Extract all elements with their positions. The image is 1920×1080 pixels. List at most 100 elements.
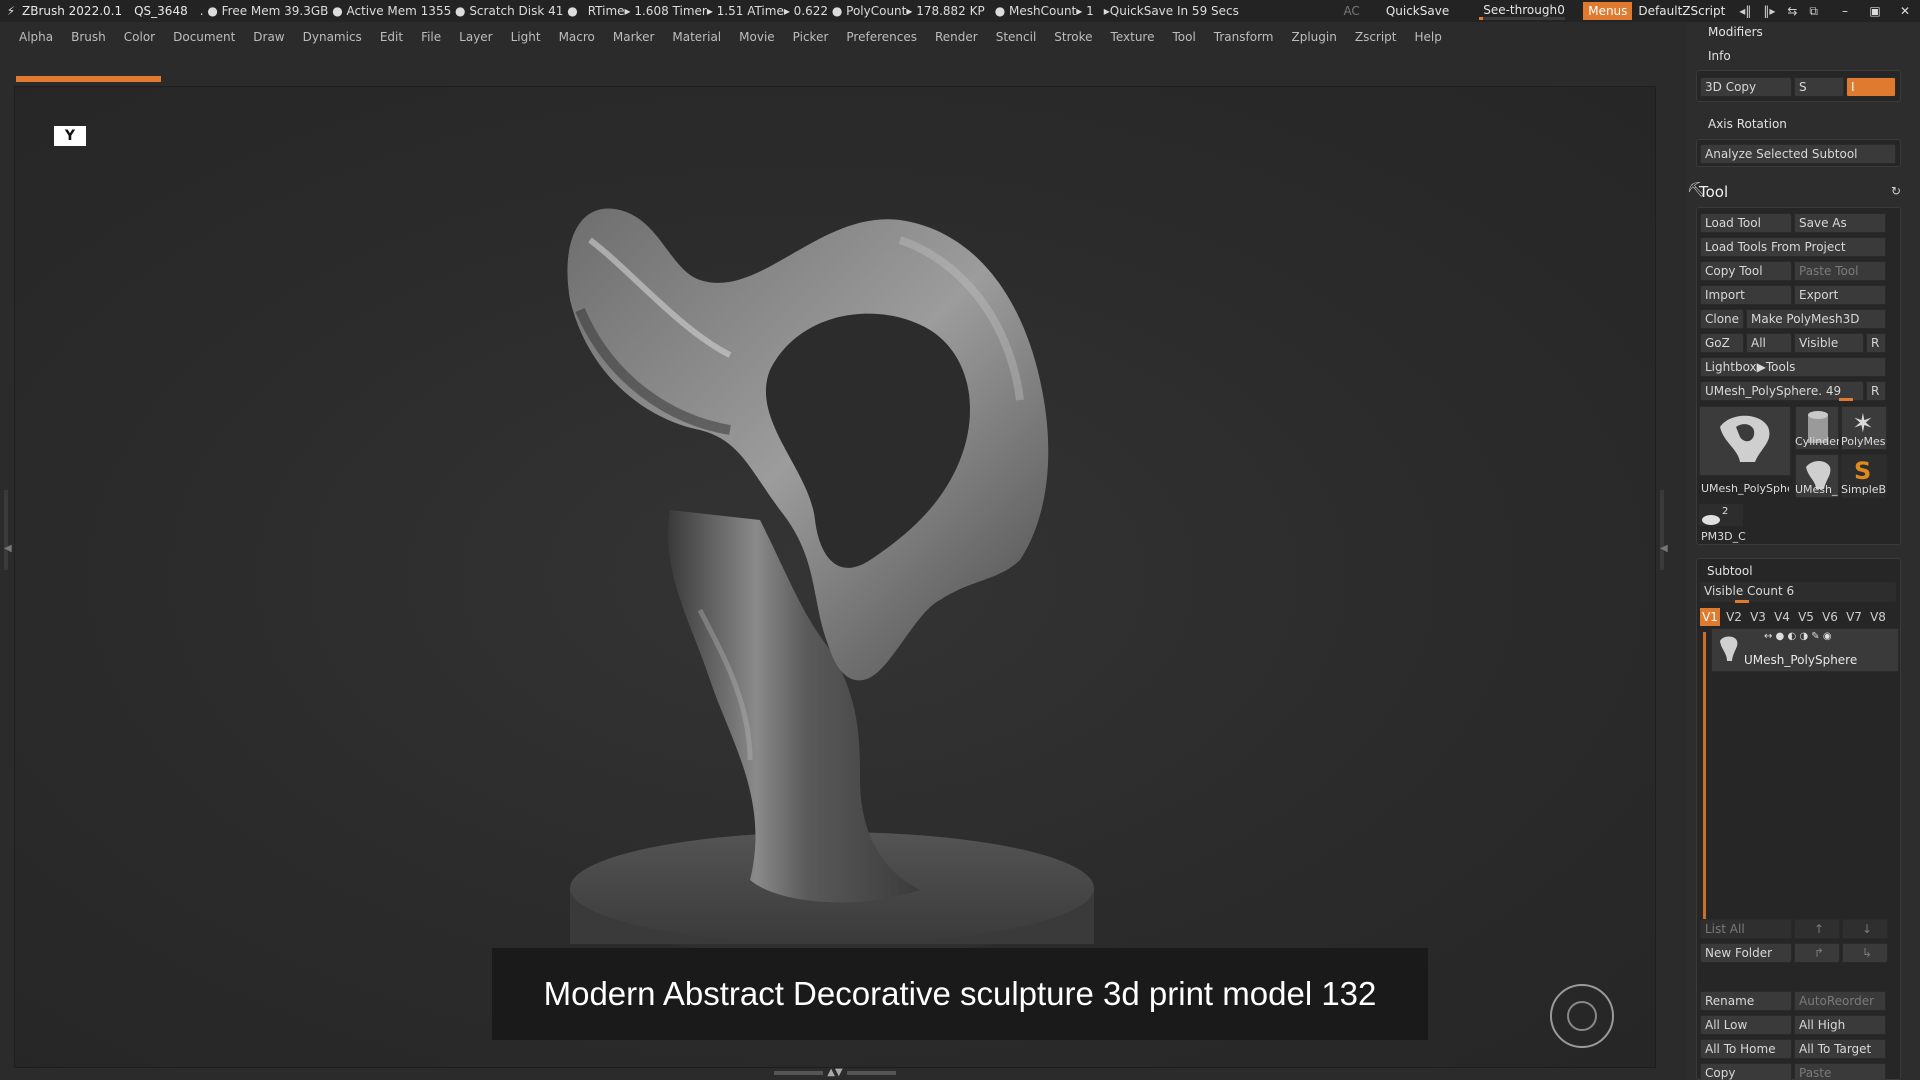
visibility-tab-v1[interactable]: V1 [1700,608,1720,626]
load-tools-from-project-button[interactable]: Load Tools From Project [1700,237,1886,257]
tray-toggle-arrow-icon[interactable]: ▲▼ [827,1068,842,1078]
pm3d-thumbnail[interactable] [1699,504,1743,526]
menu-file[interactable]: File [421,30,441,44]
tool-section-title[interactable]: Tool [1699,183,1728,201]
save-as-button[interactable]: Save As [1794,213,1886,233]
rename-button[interactable]: Rename [1700,991,1792,1011]
menu-light[interactable]: Light [511,30,541,44]
thumb-label-umesh-polysphere: UMesh_PolySphe [1701,482,1789,495]
paste-button[interactable]: Paste [1794,1063,1886,1080]
see-through-slider[interactable]: See-through 0 [1477,2,1567,20]
abstract-sculpture-model[interactable] [500,180,1160,970]
menu-movie[interactable]: Movie [739,30,775,44]
subtool-section-title[interactable]: Subtool [1707,564,1753,578]
subtool-list-scrollbar[interactable] [1703,632,1706,932]
menu-transform[interactable]: Transform [1214,30,1274,44]
info-label[interactable]: Info [1708,49,1731,63]
menu-dynamics[interactable]: Dynamics [303,30,362,44]
analyze-subtool-button[interactable]: Analyze Selected Subtool [1700,144,1896,164]
list-all-button[interactable]: List All [1700,919,1792,939]
modifiers-label[interactable]: Modifiers [1708,25,1763,39]
menu-document[interactable]: Document [173,30,235,44]
copy-button[interactable]: Copy [1700,1063,1792,1080]
folder-in-icon[interactable]: ↱ [1794,943,1840,963]
visible-count-fill [1735,600,1749,603]
left-tray-arrow-icon[interactable]: ◀ [4,543,12,554]
menu-help[interactable]: Help [1415,30,1442,44]
visibility-tab-v2[interactable]: V2 [1724,608,1744,626]
i-field[interactable]: I [1846,77,1896,97]
swap-icon[interactable]: ⇆ [1787,4,1797,18]
refresh-icon[interactable]: ↻ [1891,184,1901,198]
menu-tool[interactable]: Tool [1172,30,1195,44]
menu-marker[interactable]: Marker [613,30,654,44]
minimize-icon[interactable]: – [1838,4,1852,18]
visibility-tab-v4[interactable]: V4 [1772,608,1792,626]
close-icon[interactable]: ✕ [1898,4,1912,18]
goz-r-button[interactable]: R [1866,333,1886,353]
clone-button[interactable]: Clone [1700,309,1744,329]
all-high-button[interactable]: All High [1794,1015,1886,1035]
menu-picker[interactable]: Picker [793,30,829,44]
menu-zplugin[interactable]: Zplugin [1292,30,1337,44]
ac-label[interactable]: AC [1343,4,1359,18]
layout-left-icon[interactable]: ◂‖ [1739,4,1751,18]
umesh-polysphere-thumbnail[interactable] [1699,406,1791,476]
menu-preferences[interactable]: Preferences [846,30,917,44]
navigation-gizmo[interactable] [1550,984,1614,1048]
windows-icon[interactable]: ⧉ [1809,4,1818,19]
goz-all-button[interactable]: All [1746,333,1792,353]
quicksave-button[interactable]: QuickSave [1386,4,1449,18]
import-button[interactable]: Import [1700,285,1792,305]
subtool-item[interactable]: ↔ ● ◐ ◑ ✎ ◉ UMesh_PolySphere [1711,628,1899,672]
visibility-tab-v7[interactable]: V7 [1844,608,1864,626]
s-field[interactable]: S [1794,77,1844,97]
right-tray-grip[interactable] [1660,490,1664,570]
all-low-button[interactable]: All Low [1700,1015,1792,1035]
goz-visible-button[interactable]: Visible [1794,333,1864,353]
3d-copy-button[interactable]: 3D Copy [1700,77,1792,97]
new-folder-button[interactable]: New Folder [1700,943,1792,963]
current-tool-r-button[interactable]: R [1866,381,1886,401]
goz-button[interactable]: GoZ [1700,333,1744,353]
folder-out-icon[interactable]: ↳ [1842,943,1888,963]
menu-stroke[interactable]: Stroke [1054,30,1092,44]
restore-icon[interactable]: ▣ [1868,4,1882,18]
all-to-target-button[interactable]: All To Target [1794,1039,1886,1059]
menu-alpha[interactable]: Alpha [19,30,53,44]
axis-rotation-label[interactable]: Axis Rotation [1708,117,1787,131]
paste-tool-button[interactable]: Paste Tool [1794,261,1886,281]
export-button[interactable]: Export [1794,285,1886,305]
visible-count-slider[interactable]: Visible Count 6 [1700,582,1896,602]
make-polymesh3d-button[interactable]: Make PolyMesh3D [1746,309,1886,329]
menu-draw[interactable]: Draw [253,30,284,44]
copy-tool-button[interactable]: Copy Tool [1700,261,1792,281]
menu-zscript[interactable]: Zscript [1355,30,1397,44]
right-tray-arrow-icon[interactable]: ◀ [1660,543,1668,554]
autoreorder-button[interactable]: AutoReorder [1794,991,1886,1011]
menu-render[interactable]: Render [935,30,978,44]
menu-texture[interactable]: Texture [1111,30,1155,44]
menu-layer[interactable]: Layer [459,30,492,44]
visibility-tab-v6[interactable]: V6 [1820,608,1840,626]
menu-macro[interactable]: Macro [559,30,595,44]
menu-brush[interactable]: Brush [71,30,106,44]
visibility-tab-v5[interactable]: V5 [1796,608,1816,626]
layout-right-icon[interactable]: ‖▸ [1763,4,1775,18]
visibility-tab-v8[interactable]: V8 [1868,608,1888,626]
move-up-icon[interactable]: ↑ [1794,919,1840,939]
menu-stencil[interactable]: Stencil [996,30,1037,44]
bottom-tray-handle[interactable]: ▲▼ [770,1068,900,1078]
menu-material[interactable]: Material [672,30,721,44]
menu-edit[interactable]: Edit [380,30,403,44]
all-to-home-button[interactable]: All To Home [1700,1039,1792,1059]
move-down-icon[interactable]: ↓ [1842,919,1888,939]
left-tray-grip[interactable] [4,490,8,570]
visibility-tab-v3[interactable]: V3 [1748,608,1768,626]
menus-toggle-button[interactable]: Menus [1583,2,1633,20]
lightbox-tools-button[interactable]: Lightbox▶Tools [1700,357,1886,377]
load-tool-button[interactable]: Load Tool [1700,213,1792,233]
menu-color[interactable]: Color [124,30,155,44]
navigation-gizmo-center[interactable] [1567,1001,1597,1031]
default-zscript-button[interactable]: DefaultZScript [1638,4,1725,18]
